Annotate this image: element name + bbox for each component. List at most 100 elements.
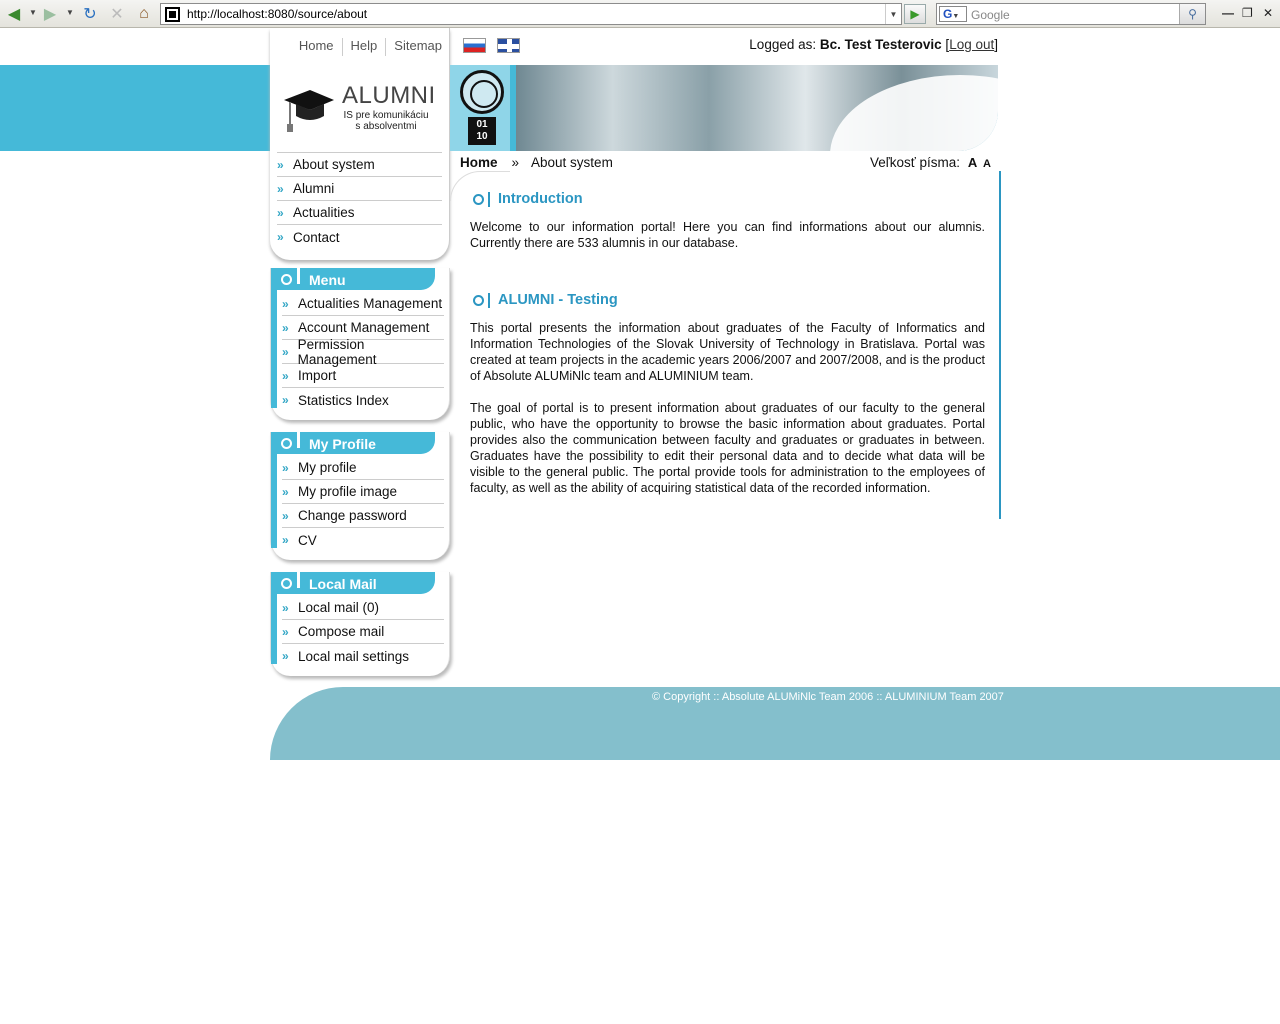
topnav-sitemap[interactable]: Sitemap xyxy=(385,38,450,56)
reload-icon[interactable]: ↻ xyxy=(80,4,100,24)
double-arrow-icon: » xyxy=(282,649,289,663)
menu-box: Menu » Actualities Management » Account Ma… xyxy=(270,268,450,420)
profile-box-header: My Profile xyxy=(271,432,435,454)
font-larger-button[interactable]: A xyxy=(968,155,977,170)
address-url[interactable]: http://localhost:8080/source/about xyxy=(187,7,367,21)
menu-box-items: » Actualities Management » Account Managem… xyxy=(282,292,444,412)
logged-label: Logged as: xyxy=(749,37,817,52)
mail-box-items: » Local mail (0) » Compose mail » Local mai… xyxy=(282,596,444,668)
menu-item-label: Statistics Index xyxy=(298,392,389,408)
menu-item-actualities-management[interactable]: » Actualities Management xyxy=(282,292,444,316)
mail-item-label: Local mail (0) xyxy=(298,600,380,615)
nav-item-about-system[interactable]: » About system xyxy=(277,153,442,177)
profile-item-my-profile[interactable]: » My profile xyxy=(282,456,444,480)
logo-subtitle-line1: IS pre komunikáciu xyxy=(343,110,429,121)
menu-item-label: Actualities Management xyxy=(298,296,443,311)
home-icon[interactable]: ⌂ xyxy=(134,4,154,24)
menu-item-permission-management[interactable]: » Permission Management xyxy=(282,337,444,367)
browser-toolbar: ◀ ▼ ▶ ▼ ↻ ✕ ⌂ http://localhost:8080/sour… xyxy=(0,0,1280,28)
menu-item-statistics-index[interactable]: » Statistics Index xyxy=(282,388,444,412)
header-band xyxy=(0,65,270,151)
double-arrow-icon: » xyxy=(282,296,289,311)
forward-dropdown-icon[interactable]: ▼ xyxy=(66,8,74,17)
profile-item-change-password[interactable]: » Change password xyxy=(282,504,444,528)
topnav-home[interactable]: Home xyxy=(291,38,342,56)
menu-box-title: Menu xyxy=(309,272,346,288)
profile-item-label: Change password xyxy=(298,508,407,523)
double-arrow-icon: » xyxy=(277,230,284,244)
nav-item-actualities[interactable]: » Actualities xyxy=(277,201,442,225)
favicon-icon xyxy=(165,7,180,22)
nav-item-alumni[interactable]: » Alumni xyxy=(277,177,442,201)
google-engine-icon[interactable]: G▼ xyxy=(939,6,967,22)
search-input[interactable]: Google xyxy=(971,8,1010,22)
search-icon[interactable]: ⚲ xyxy=(1179,4,1205,24)
section-testing-header: ALUMNI - Testing xyxy=(473,292,618,308)
profile-item-label: My profile image xyxy=(298,484,398,499)
mail-item-label: Compose mail xyxy=(298,624,385,639)
nav-label: Actualities xyxy=(293,205,355,220)
top-navigation: Home Help Sitemap xyxy=(270,38,450,56)
font-smaller-button[interactable]: A xyxy=(983,158,991,170)
user-name: Bc. Test Testerovic xyxy=(819,37,942,52)
forward-icon[interactable]: ▶ xyxy=(40,4,60,24)
nav-label: Alumni xyxy=(293,181,335,196)
profile-box: My Profile » My profile » My profile image… xyxy=(270,432,450,560)
graduation-cap-icon xyxy=(284,90,334,132)
address-bar[interactable]: http://localhost:8080/source/about ▼ xyxy=(160,3,902,25)
university-logos: 01 10 xyxy=(450,65,510,151)
topnav-help[interactable]: Help xyxy=(341,38,386,56)
back-dropdown-icon[interactable]: ▼ xyxy=(29,8,37,17)
profile-item-cv[interactable]: » CV xyxy=(282,528,444,552)
profile-box-items: » My profile » My profile image » Change pa… xyxy=(282,456,444,552)
back-icon[interactable]: ◀ xyxy=(4,4,24,24)
menu-item-label: Import xyxy=(298,368,337,383)
double-arrow-icon: » xyxy=(277,205,284,220)
menu-item-label: Account Management xyxy=(298,320,430,335)
double-arrow-icon: » xyxy=(282,344,289,359)
stop-icon[interactable]: ✕ xyxy=(107,4,127,24)
testing-paragraph-2: The goal of portal is to present informa… xyxy=(470,401,985,495)
mail-item-compose[interactable]: » Compose mail xyxy=(282,620,444,644)
circle-icon xyxy=(473,193,484,205)
double-arrow-icon: » xyxy=(282,368,289,383)
logo-subtitle-line2: s absolventmi xyxy=(355,121,417,132)
font-size-label: Veľkosť písma: xyxy=(870,155,961,170)
testing-paragraph-1: This portal presents the information abo… xyxy=(470,321,985,383)
breadcrumb-separator: » xyxy=(511,155,520,170)
nav-item-contact[interactable]: » Contact xyxy=(277,225,442,249)
logo-subtitle: IS pre komunikáciu s absolventmi xyxy=(336,110,436,132)
logout-link[interactable]: Log out xyxy=(949,37,994,52)
minimize-icon[interactable]: — xyxy=(1222,6,1234,20)
double-arrow-icon: » xyxy=(282,460,289,475)
box-side-stripe xyxy=(271,290,277,408)
double-arrow-icon: » xyxy=(277,157,284,172)
header-banner: 01 10 xyxy=(450,65,998,151)
go-button[interactable]: ▶ xyxy=(904,4,926,24)
menu-box-header: Menu xyxy=(271,268,435,290)
circle-icon xyxy=(281,578,292,589)
user-status: Logged as: Bc. Test Testerovic [Log out] xyxy=(749,37,998,52)
circle-icon xyxy=(281,438,292,449)
intro-paragraph: Welcome to our information portal! Here … xyxy=(470,220,985,250)
site-logo[interactable]: ALUMNI IS pre komunikáciu s absolventmi xyxy=(282,82,442,142)
mail-item-local-mail[interactable]: » Local mail (0) xyxy=(282,596,444,620)
profile-box-title: My Profile xyxy=(309,436,376,452)
double-arrow-icon: » xyxy=(282,484,289,499)
restore-icon[interactable]: ❐ xyxy=(1242,6,1253,20)
breadcrumb-home[interactable]: Home xyxy=(460,155,498,170)
history-dropdown-icon[interactable]: ▼ xyxy=(885,4,901,24)
profile-item-profile-image[interactable]: » My profile image xyxy=(282,480,444,504)
search-box[interactable]: G▼ Google ⚲ xyxy=(936,3,1206,25)
double-arrow-icon: » xyxy=(282,508,289,523)
menu-item-import[interactable]: » Import xyxy=(282,364,444,388)
mail-item-settings[interactable]: » Local mail settings xyxy=(282,644,444,668)
content-right-border xyxy=(999,171,1001,519)
box-side-stripe xyxy=(271,594,277,664)
slovak-flag-icon[interactable] xyxy=(463,38,486,53)
university-seal-icon xyxy=(460,70,504,114)
close-icon[interactable]: ✕ xyxy=(1263,6,1273,20)
box-side-stripe xyxy=(271,454,277,548)
english-flag-icon[interactable] xyxy=(497,38,520,53)
double-arrow-icon: » xyxy=(282,624,289,639)
